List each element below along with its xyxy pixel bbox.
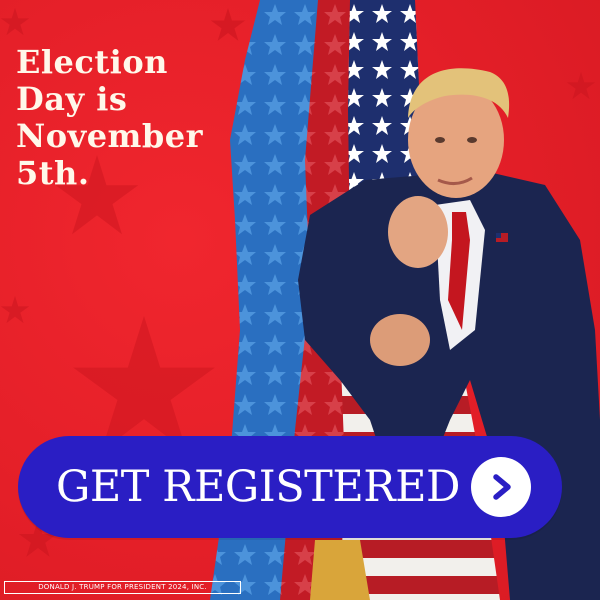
background-star-icon <box>73 316 215 452</box>
headline-line: Election <box>16 43 168 81</box>
background-star-icon <box>0 8 30 36</box>
headline-line: November <box>16 117 203 155</box>
ad-banner[interactable]: Election Day is November 5th. GET REGIST… <box>0 0 600 600</box>
headline-line: 5th. <box>16 154 90 192</box>
headline-line: Day is <box>16 80 128 118</box>
paid-for-disclaimer: DONALD J. TRUMP FOR PRESIDENT 2024, INC. <box>4 581 241 594</box>
background-star-icon <box>0 296 30 324</box>
get-registered-label: GET REGISTERED <box>56 462 460 512</box>
chevron-right-icon[interactable] <box>471 457 531 517</box>
headline: Election Day is November 5th. <box>16 44 246 192</box>
get-registered-button[interactable]: GET REGISTERED <box>18 436 562 538</box>
